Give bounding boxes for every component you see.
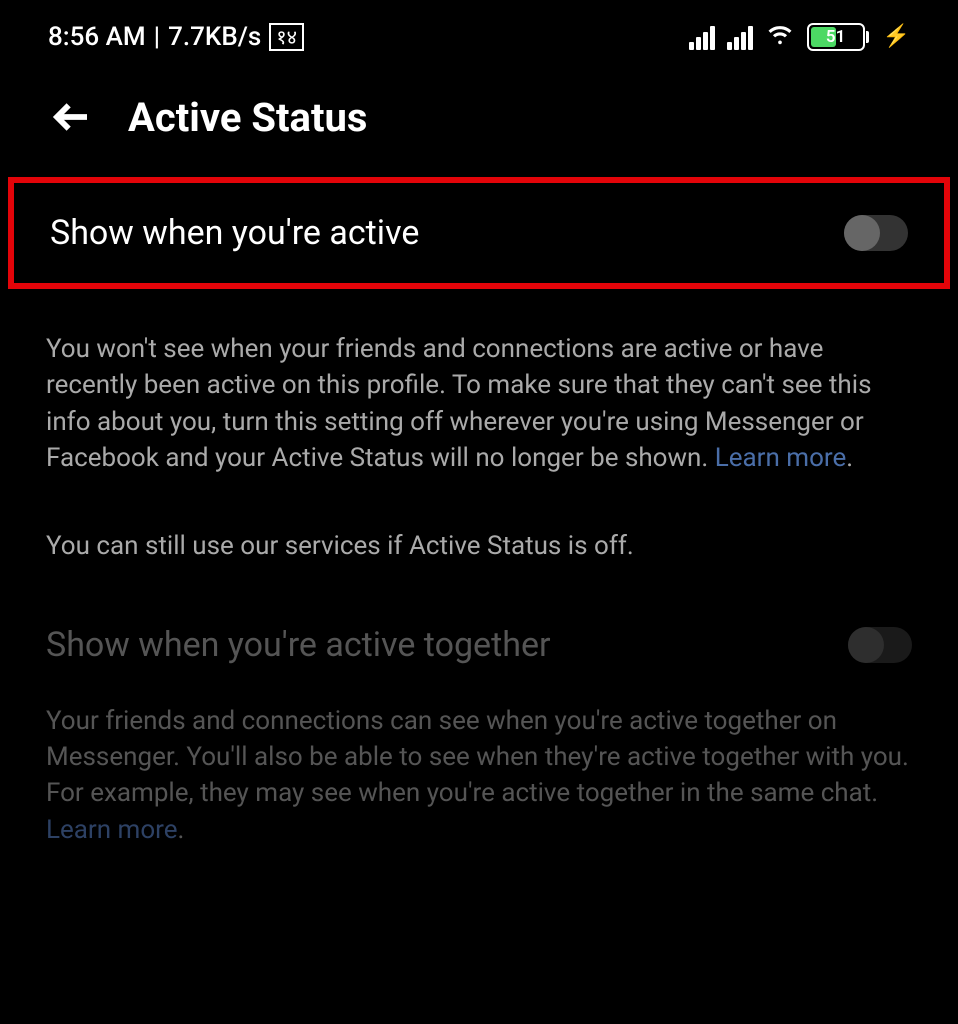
status-left: 8:56 AM | 7.7KB/s १४ — [48, 22, 304, 52]
status-right: 51 ⚡ — [689, 18, 910, 55]
charging-bolt-icon: ⚡ — [883, 24, 910, 49]
status-speed: 7.7KB/s — [168, 22, 261, 52]
active-status-row[interactable]: Show when you're active — [50, 213, 908, 253]
active-status-toggle[interactable] — [844, 215, 908, 251]
active-together-description: Your friends and connections can see whe… — [0, 665, 958, 849]
header: Active Status — [0, 65, 958, 177]
battery-indicator: 51 — [807, 23, 869, 51]
battery-percent: 51 — [809, 27, 863, 47]
page-title: Active Status — [128, 94, 367, 141]
active-together-row: Show when you're active together — [0, 561, 958, 665]
active-status-description: You won't see when your friends and conn… — [0, 307, 958, 477]
toggle-knob — [848, 627, 884, 663]
active-together-label: Show when you're active together — [46, 625, 551, 665]
learn-more-link-1[interactable]: Learn more — [715, 443, 847, 473]
signal-bars-1-icon — [689, 24, 715, 50]
toggle-knob — [844, 215, 880, 251]
arrow-left-icon — [52, 97, 92, 137]
status-bar: 8:56 AM | 7.7KB/s १४ 51 ⚡ — [0, 0, 958, 65]
signal-bars-2-icon — [727, 24, 753, 50]
service-note: You can still use our services if Active… — [0, 477, 958, 561]
learn-more-link-2[interactable]: Learn more — [46, 815, 178, 845]
active-status-label: Show when you're active — [50, 213, 419, 253]
active-status-setting-highlighted: Show when you're active — [8, 177, 950, 289]
active-together-toggle — [848, 627, 912, 663]
status-separator: | — [154, 22, 160, 52]
status-time: 8:56 AM — [48, 22, 146, 52]
notification-badge: १४ — [269, 23, 304, 51]
wifi-icon — [765, 18, 795, 55]
back-button[interactable] — [48, 93, 96, 141]
